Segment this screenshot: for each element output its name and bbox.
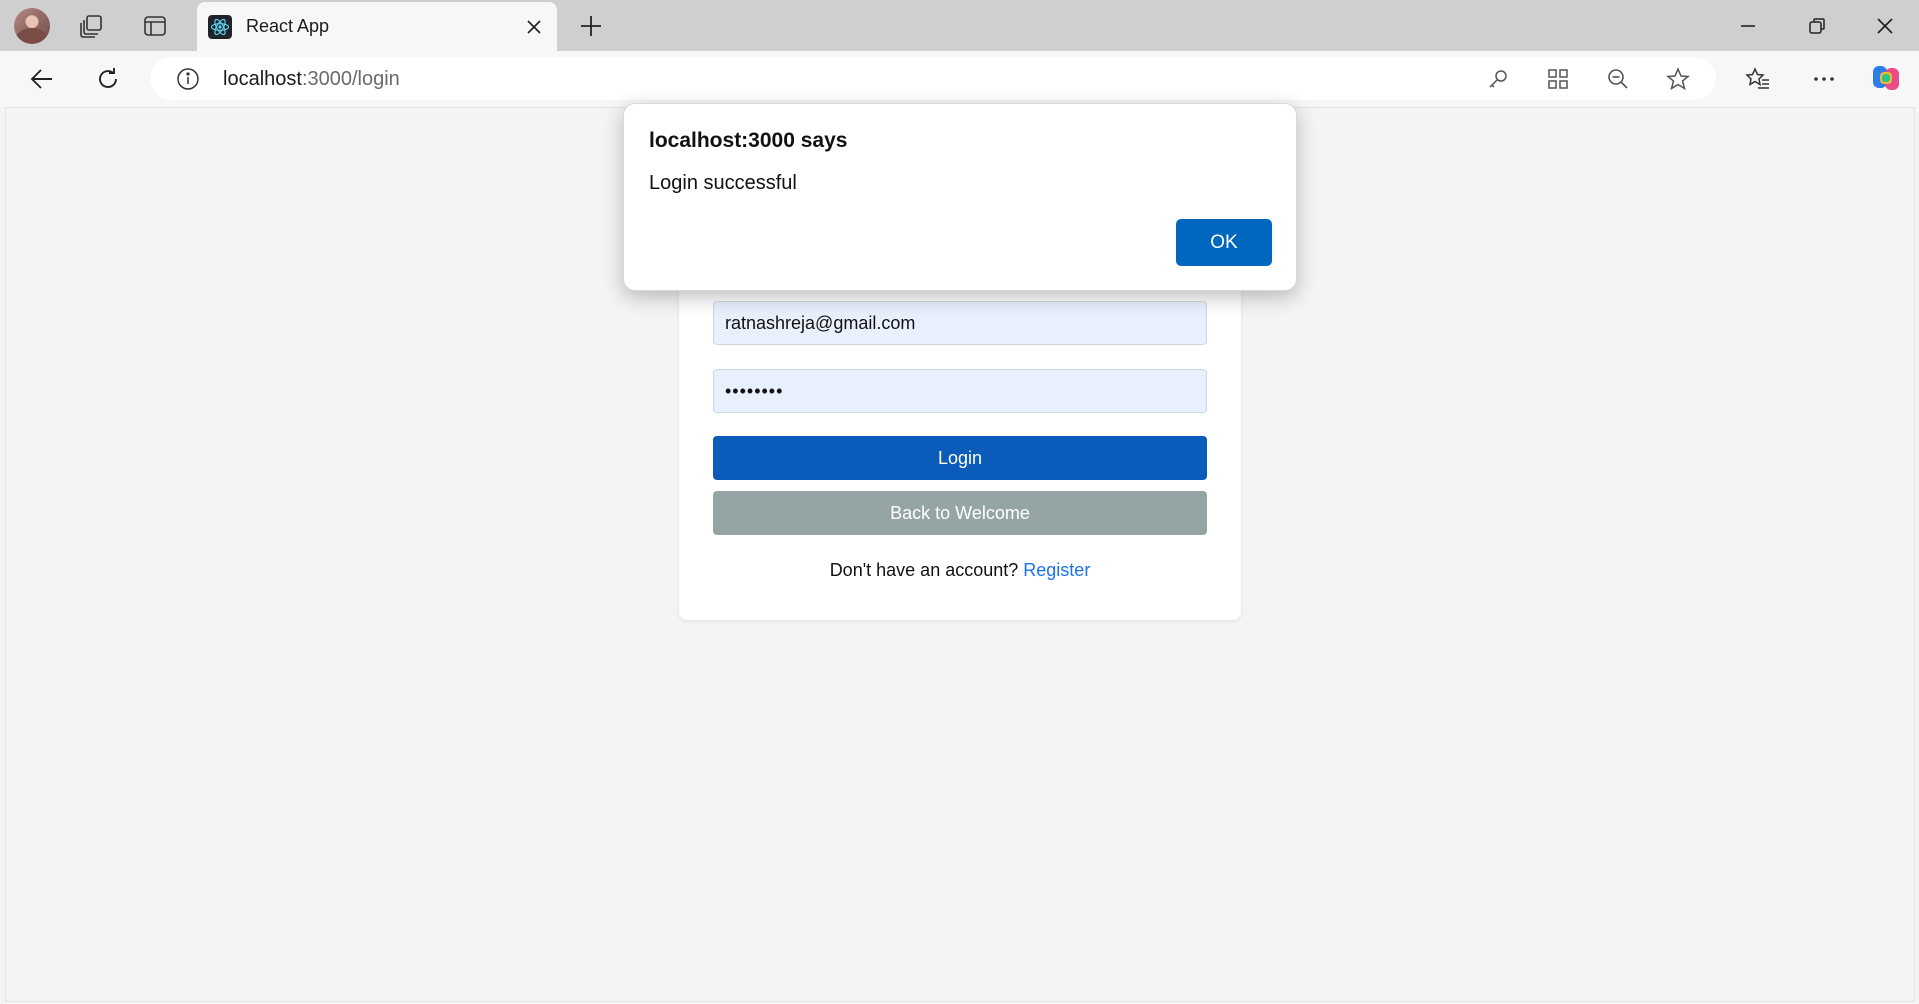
favorite-star-icon[interactable] xyxy=(1660,61,1696,97)
profile-avatar[interactable] xyxy=(14,8,50,44)
copilot-icon[interactable] xyxy=(1868,60,1904,96)
tab-title: React App xyxy=(246,16,330,36)
password-field[interactable]: •••••••• xyxy=(713,369,1207,413)
more-menu-icon[interactable] xyxy=(1806,61,1842,97)
minimize-icon[interactable] xyxy=(1730,8,1766,44)
refresh-icon[interactable] xyxy=(90,61,126,97)
zoom-out-icon[interactable] xyxy=(1600,61,1636,97)
register-prompt: Don't have an account? Register xyxy=(679,560,1241,581)
browser-toolbar: localhost:3000/login xyxy=(0,51,1919,107)
ok-button[interactable]: OK xyxy=(1176,219,1272,266)
tab-strip: React App xyxy=(0,0,1919,51)
alert-dialog: localhost:3000 says Login successful OK xyxy=(623,103,1297,291)
key-icon[interactable] xyxy=(1480,61,1516,97)
login-button[interactable]: Login xyxy=(713,436,1207,480)
close-window-icon[interactable] xyxy=(1867,8,1903,44)
restore-icon[interactable] xyxy=(1799,8,1835,44)
active-tab[interactable]: React App xyxy=(197,2,557,51)
back-arrow-icon[interactable] xyxy=(24,61,60,97)
close-tab-icon[interactable] xyxy=(522,15,546,39)
back-to-welcome-button[interactable]: Back to Welcome xyxy=(713,491,1207,535)
url-path: :3000/login xyxy=(301,68,400,90)
url-host: localhost xyxy=(223,68,302,90)
site-info-icon[interactable] xyxy=(170,61,206,97)
register-link[interactable]: Register xyxy=(1023,560,1090,580)
email-field[interactable]: ratnashreja@gmail.com xyxy=(713,301,1207,345)
new-tab-icon[interactable] xyxy=(574,9,608,43)
favorites-icon[interactable] xyxy=(1740,61,1776,97)
workspaces-icon[interactable] xyxy=(75,9,109,43)
dialog-title: localhost:3000 says xyxy=(649,129,848,152)
vertical-tabs-icon[interactable] xyxy=(138,9,172,43)
register-prompt-text: Don't have an account? xyxy=(829,560,1019,580)
address-bar[interactable]: localhost:3000/login xyxy=(150,57,1716,100)
apps-icon[interactable] xyxy=(1540,61,1576,97)
react-logo-icon xyxy=(208,15,232,39)
dialog-message: Login successful xyxy=(649,172,797,194)
